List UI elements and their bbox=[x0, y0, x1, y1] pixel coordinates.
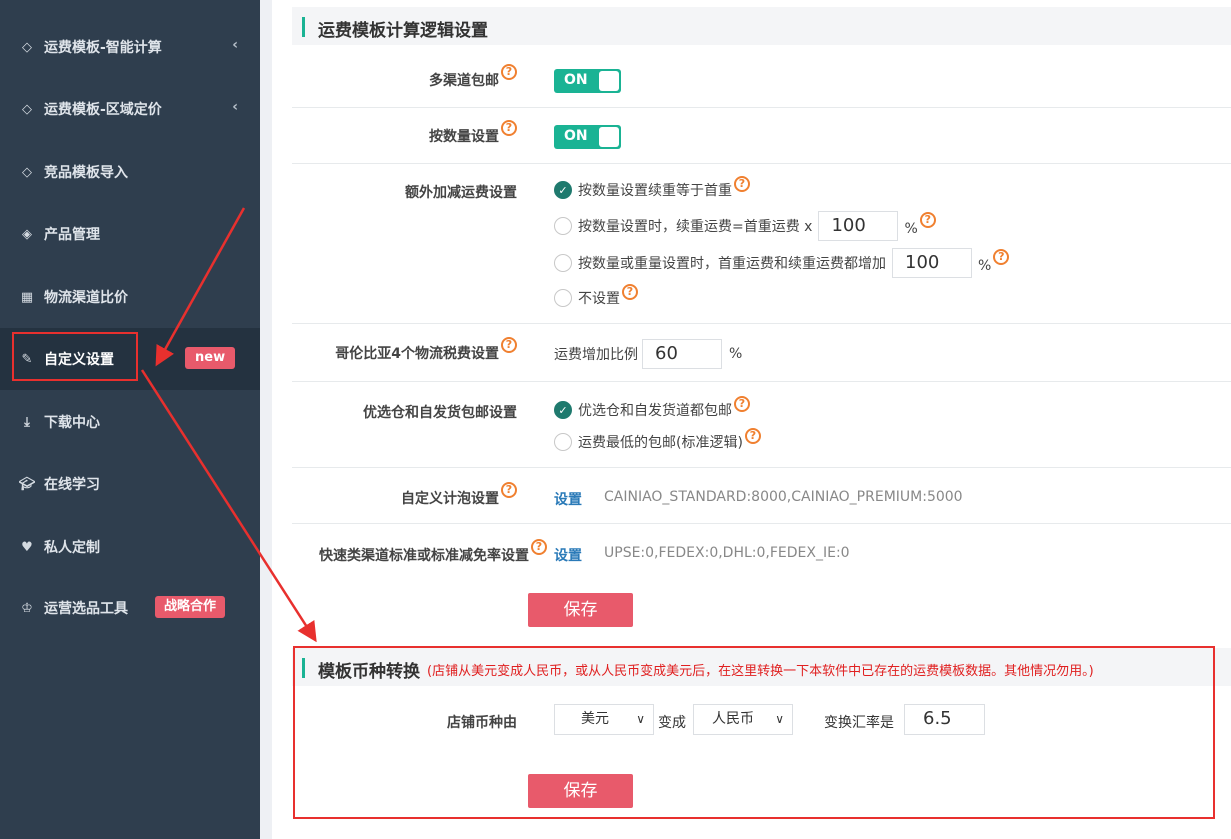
download-icon: ⤓ bbox=[24, 414, 30, 430]
help-icon[interactable]: ? bbox=[531, 539, 547, 555]
sidebar-item-smart-freight[interactable]: ◇ 运费模板-智能计算 ‹ bbox=[0, 16, 260, 78]
diamond-icon: ◇ bbox=[22, 101, 32, 117]
help-icon[interactable]: ? bbox=[501, 482, 517, 498]
sidebar-item-label: 运费模板-智能计算 bbox=[44, 40, 162, 56]
sidebar-item-logistics-compare[interactable]: ▦ 物流渠道比价 bbox=[0, 266, 260, 328]
sidebar-item-competitor-import[interactable]: ◇ 竞品模板导入 bbox=[0, 141, 260, 203]
help-icon[interactable]: ? bbox=[501, 120, 517, 136]
extra-option-3[interactable]: 按数量或重量设置时，首重运费和续重运费都增加 100 %? bbox=[554, 248, 1010, 278]
diamond-icon: ◇ bbox=[22, 39, 32, 55]
multi-channel-label: 多渠道包邮? bbox=[429, 64, 517, 90]
calculator-icon: ▦ bbox=[20, 289, 34, 305]
help-icon[interactable]: ? bbox=[734, 176, 750, 192]
sidebar-item-label: 私人定制 bbox=[44, 540, 100, 556]
colombia-tax-label: 哥伦比亚4个物流税费设置? bbox=[335, 337, 517, 363]
sidebar-item-product-management[interactable]: ◈ 产品管理 bbox=[0, 203, 260, 265]
express-value: UPSE:0,FEDEX:0,DHL:0,FEDEX_IE:0 bbox=[604, 545, 850, 561]
extra-option-4[interactable]: 不设置? bbox=[554, 284, 638, 308]
highlight-box bbox=[293, 646, 1215, 819]
diamond-icon: ◇ bbox=[22, 164, 32, 180]
divider bbox=[292, 163, 1231, 164]
radio-checked-icon[interactable]: ✓ bbox=[554, 181, 572, 199]
bubble-label: 自定义计泡设置? bbox=[401, 482, 517, 508]
divider bbox=[292, 381, 1231, 382]
sidebar-item-label: 竞品模板导入 bbox=[44, 165, 128, 181]
bubble-settings-link[interactable]: 设置 bbox=[554, 489, 582, 509]
warehouse-label: 优选仓和自发货包邮设置 bbox=[363, 405, 517, 421]
bubble-value: CAINIAO_STANDARD:8000,CAINIAO_PREMIUM:50… bbox=[604, 489, 963, 505]
divider bbox=[292, 323, 1231, 324]
sidebar-item-private-custom[interactable]: ♥ 私人定制 bbox=[0, 516, 260, 578]
colombia-ratio-row: 运费增加比例 60 % bbox=[554, 339, 742, 369]
chevron-left-icon: ‹ bbox=[232, 99, 238, 115]
by-quantity-toggle[interactable]: ON bbox=[554, 125, 621, 149]
sidebar-item-label: 运营选品工具 bbox=[44, 601, 128, 617]
save-logic-button[interactable]: 保存 bbox=[528, 593, 633, 627]
increase-input[interactable]: 100 bbox=[892, 248, 972, 278]
express-label: 快速类渠道标准或标准减免率设置? bbox=[319, 539, 547, 565]
sidebar-item-label: 下载中心 bbox=[44, 415, 100, 431]
radio-checked-icon[interactable]: ✓ bbox=[554, 401, 572, 419]
chevron-left-icon: ‹ bbox=[232, 37, 238, 53]
sidebar-item-label: 产品管理 bbox=[44, 227, 100, 243]
help-icon[interactable]: ? bbox=[993, 249, 1010, 265]
divider bbox=[292, 467, 1231, 468]
new-badge: new bbox=[185, 347, 236, 369]
highlight-box bbox=[12, 332, 138, 381]
trophy-icon: ♔ bbox=[21, 600, 33, 616]
sidebar-item-label: 物流渠道比价 bbox=[44, 290, 128, 306]
by-quantity-label: 按数量设置? bbox=[429, 120, 517, 146]
multi-channel-toggle[interactable]: ON bbox=[554, 69, 621, 93]
sidebar-item-regional-freight[interactable]: ◇ 运费模板-区域定价 ‹ bbox=[0, 78, 260, 140]
sidebar-item-label: 运费模板-区域定价 bbox=[44, 102, 162, 118]
extra-option-2[interactable]: 按数量设置时，续重运费=首重运费 x 100 %? bbox=[554, 211, 936, 241]
cube-icon: ◈ bbox=[22, 226, 32, 242]
sidebar-item-label: 在线学习 bbox=[44, 477, 100, 493]
radio-icon[interactable] bbox=[554, 254, 572, 272]
help-icon[interactable]: ? bbox=[734, 396, 750, 412]
sidebar: ◇ 运费模板-智能计算 ‹ ◇ 运费模板-区域定价 ‹ ◇ 竞品模板导入 ◈ 产… bbox=[0, 0, 260, 839]
help-icon[interactable]: ? bbox=[744, 428, 761, 444]
help-icon[interactable]: ? bbox=[501, 337, 517, 353]
extra-fee-label: 额外加减运费设置 bbox=[405, 185, 517, 201]
help-icon[interactable]: ? bbox=[622, 284, 638, 300]
section-title: 运费模板计算逻辑设置 bbox=[318, 21, 488, 41]
multiplier-input[interactable]: 100 bbox=[818, 211, 899, 241]
help-icon[interactable]: ? bbox=[501, 64, 517, 80]
colombia-ratio-input[interactable]: 60 bbox=[642, 339, 722, 369]
help-icon[interactable]: ? bbox=[919, 212, 936, 228]
heart-icon: ♥ bbox=[21, 539, 33, 555]
warehouse-option-1[interactable]: ✓ 优选仓和自发货道都包邮? bbox=[554, 396, 750, 420]
warehouse-option-2[interactable]: 运费最低的包邮(标准逻辑)? bbox=[554, 428, 761, 452]
sidebar-item-download-center[interactable]: ⤓ 下载中心 bbox=[0, 391, 260, 453]
sidebar-item-online-learning[interactable]: 🎓︎ 在线学习 bbox=[0, 453, 260, 515]
radio-icon[interactable] bbox=[554, 433, 572, 451]
section-header-logic: 运费模板计算逻辑设置 bbox=[292, 7, 1231, 45]
radio-icon[interactable] bbox=[554, 289, 572, 307]
extra-option-1[interactable]: ✓ 按数量设置续重等于首重? bbox=[554, 176, 750, 200]
express-settings-link[interactable]: 设置 bbox=[554, 545, 582, 565]
graduation-cap-icon: 🎓︎ bbox=[18, 476, 36, 492]
radio-icon[interactable] bbox=[554, 217, 572, 235]
divider bbox=[292, 523, 1231, 524]
partnership-badge: 战略合作 bbox=[155, 596, 226, 618]
divider bbox=[292, 107, 1231, 108]
